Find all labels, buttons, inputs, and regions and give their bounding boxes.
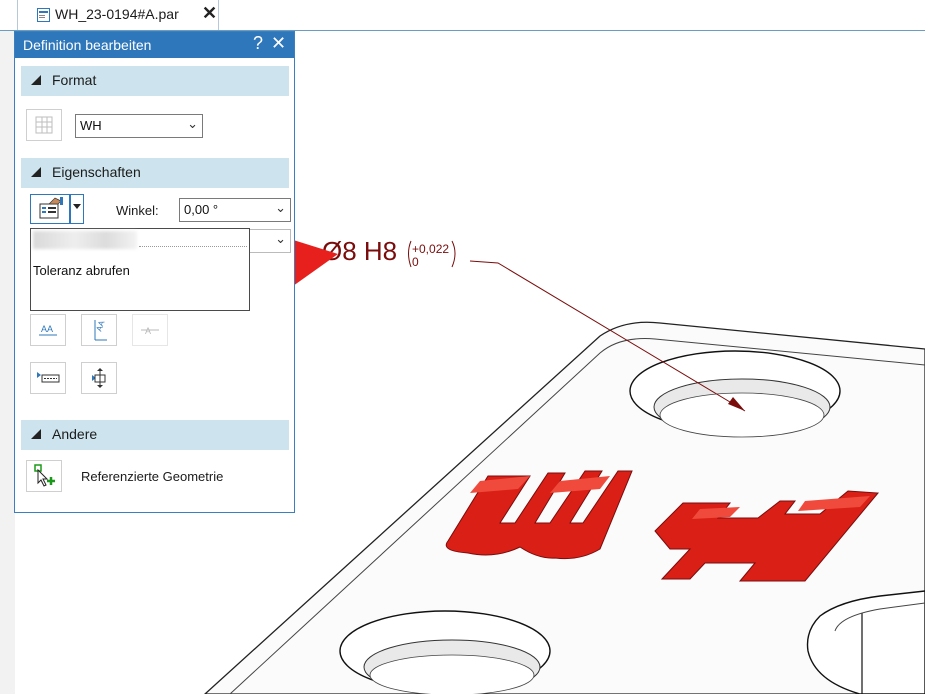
section-format[interactable]: Format: [21, 66, 289, 96]
blurred-menu-item[interactable]: [33, 231, 137, 249]
referenced-geometry-button[interactable]: [26, 460, 62, 492]
style-select[interactable]: WH ⌄: [75, 114, 203, 138]
section-eigenschaften-label: Eigenschaften: [52, 164, 141, 180]
table-format-icon: [35, 116, 53, 134]
referenced-geometry-icon: [34, 464, 55, 487]
help-icon[interactable]: ?: [253, 33, 263, 54]
angle-input[interactable]: 0,00 ° ⌄: [179, 198, 291, 222]
svg-text:A: A: [145, 326, 151, 336]
panel-header: Definition bearbeiten ? ✕: [15, 32, 294, 58]
chevron-down-icon: ⌄: [187, 116, 198, 131]
style-select-value: WH: [80, 118, 102, 133]
tolerance-dropdown-button[interactable]: [70, 194, 84, 224]
text-align-button[interactable]: AA: [30, 314, 66, 346]
text-align-icon: AA: [39, 324, 57, 336]
referenced-geometry-label: Referenzierte Geometrie: [81, 469, 224, 484]
vertical-text-icon: AA: [94, 319, 107, 341]
leader-left-button[interactable]: [30, 362, 66, 394]
dropdown-arrow-icon: [73, 204, 81, 209]
panel-close-icon[interactable]: ✕: [271, 33, 286, 54]
menu-separator: [139, 246, 247, 247]
lower-tolerance-text: 0: [412, 255, 419, 269]
svg-text:AA: AA: [94, 319, 106, 333]
collapse-triangle-icon[interactable]: [31, 75, 41, 85]
strike-text-button[interactable]: A: [132, 314, 168, 346]
section-format-label: Format: [52, 72, 97, 88]
strike-text-icon: A: [141, 326, 159, 336]
leader-left-icon: [37, 372, 60, 383]
vertical-text-button[interactable]: AA: [81, 314, 117, 346]
table-format-button[interactable]: [26, 109, 62, 141]
upper-tolerance-text: +0,022: [412, 242, 449, 256]
dimension-text: Ø8 H8: [322, 236, 397, 266]
tolerance-tool-icon: [39, 197, 63, 219]
document-tab-bar: WH_23-0194#A.par ✕: [0, 0, 925, 31]
leader-both-icon: [92, 368, 106, 388]
angle-label: Winkel:: [116, 203, 159, 218]
tab-close-icon[interactable]: ✕: [202, 3, 217, 24]
document-icon: [37, 8, 50, 22]
menu-item-toleranz-abrufen[interactable]: Toleranz abrufen: [33, 263, 130, 278]
document-tab[interactable]: WH_23-0194#A.par ✕: [17, 0, 219, 30]
document-tab-title: WH_23-0194#A.par: [55, 6, 179, 22]
chevron-down-icon: ⌄: [275, 231, 286, 246]
collapse-triangle-icon[interactable]: [31, 429, 41, 439]
svg-text:AA: AA: [41, 324, 53, 334]
leader-both-button[interactable]: [81, 362, 117, 394]
collapse-triangle-icon[interactable]: [31, 167, 41, 177]
chevron-down-icon: ⌄: [275, 200, 286, 215]
section-eigenschaften[interactable]: Eigenschaften: [21, 158, 289, 188]
section-andere[interactable]: Andere: [21, 420, 289, 450]
angle-input-value: 0,00 °: [184, 202, 219, 217]
tolerance-tool-button[interactable]: [30, 194, 70, 224]
panel-title: Definition bearbeiten: [23, 37, 152, 53]
section-andere-label: Andere: [52, 426, 98, 442]
tolerance-dropdown-menu: Toleranz abrufen: [30, 228, 250, 311]
